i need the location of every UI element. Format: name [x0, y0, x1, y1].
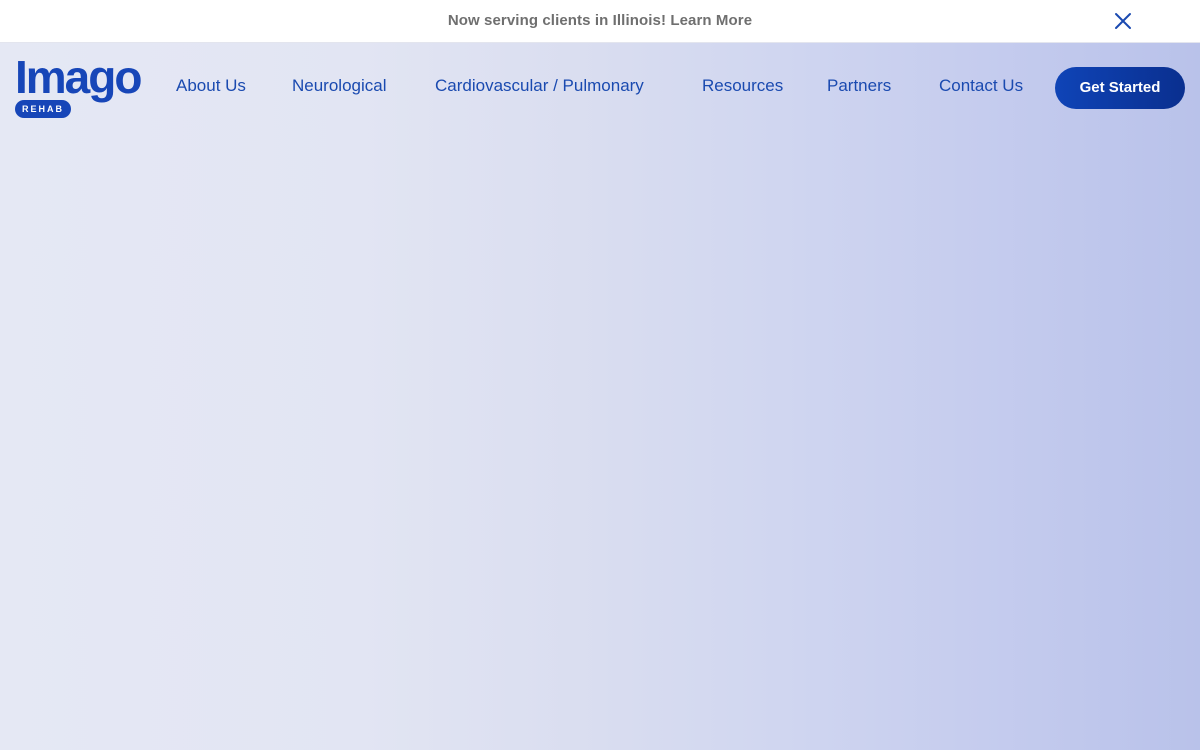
logo-wordmark: Imago: [15, 51, 142, 103]
nav-item-neurological[interactable]: Neurological: [292, 76, 387, 100]
logo-badge: REHAB: [15, 100, 71, 118]
get-started-button[interactable]: Get Started: [1055, 67, 1185, 109]
nav-item-partners[interactable]: Partners: [827, 76, 891, 100]
hero-section: [0, 43, 1200, 750]
close-icon[interactable]: [1113, 11, 1133, 31]
nav-item-resources[interactable]: Resources: [702, 76, 783, 100]
announcement-link[interactable]: Now serving clients in Illinois! Learn M…: [0, 12, 1200, 29]
nav-item-cardiovascular-pulmonary[interactable]: Cardiovascular / Pulmonary: [435, 76, 644, 100]
nav-item-about-us[interactable]: About Us: [176, 76, 246, 100]
announcement-bar: Now serving clients in Illinois! Learn M…: [0, 0, 1200, 43]
nav-item-contact-us[interactable]: Contact Us: [939, 76, 1023, 100]
site-logo[interactable]: Imago REHAB: [15, 54, 155, 120]
